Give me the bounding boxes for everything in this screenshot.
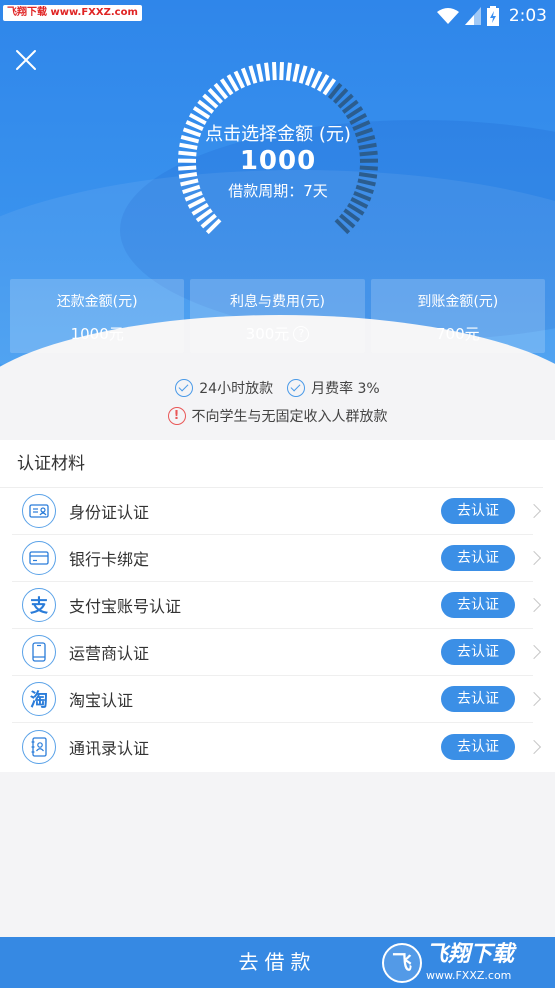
received-amount-label: 到账金额(元) bbox=[417, 294, 499, 310]
chevron-right-icon bbox=[526, 691, 542, 707]
chevron-right-icon bbox=[526, 550, 542, 566]
fee-value: 300元 bbox=[245, 325, 290, 343]
fee-label: 利息与费用(元) bbox=[230, 294, 325, 310]
gauge-tick bbox=[256, 63, 264, 83]
fee-card: 利息与费用(元) 300元? bbox=[190, 279, 365, 353]
gauge-label[interactable]: 点击选择金额 (元) bbox=[168, 120, 388, 146]
help-icon[interactable]: ? bbox=[293, 325, 310, 342]
repay-amount-label: 还款金额(元) bbox=[56, 294, 138, 310]
loan-notes: 24小时放款 月费率 3% ! 不向学生与无固定收入人群放款 bbox=[0, 376, 555, 428]
cert-item-id-card[interactable]: 身份证认证 去认证 bbox=[12, 488, 542, 535]
bank-card-icon bbox=[22, 541, 56, 575]
gauge-tick bbox=[292, 63, 300, 83]
received-amount-card: 到账金额(元) 700元 bbox=[370, 279, 545, 353]
fast-payout-note: 24小时放款 bbox=[199, 381, 274, 397]
clock: 2:03 bbox=[508, 6, 547, 26]
warning-note: 不向学生与无固定收入人群放款 bbox=[191, 409, 388, 425]
cert-item-label: 支付宝账号认证 bbox=[69, 597, 182, 616]
cert-item-label: 身份证认证 bbox=[69, 503, 150, 522]
gauge-tick bbox=[311, 70, 323, 89]
cert-item-taobao[interactable]: 淘 淘宝认证 去认证 bbox=[12, 676, 542, 723]
verify-button[interactable]: 去认证 bbox=[441, 639, 515, 665]
watermark-logo: 飞 飞翔下载 www.FXXZ.com bbox=[382, 937, 547, 988]
gauge-tick bbox=[240, 67, 252, 86]
certification-section: 认证材料 身份证认证 去认证 银行卡绑定 去认证 支 支付宝账号认证 去认证 运… bbox=[0, 440, 555, 772]
gauge-tick bbox=[304, 67, 316, 86]
chevron-right-icon bbox=[526, 503, 542, 519]
chevron-right-icon bbox=[526, 739, 542, 754]
verify-button[interactable]: 去认证 bbox=[441, 498, 515, 524]
id-card-icon bbox=[22, 494, 56, 528]
phone-icon bbox=[22, 635, 56, 669]
wifi-icon bbox=[436, 8, 459, 24]
verify-button[interactable]: 去认证 bbox=[441, 686, 515, 712]
gauge-tick bbox=[248, 65, 258, 84]
taobao-icon: 淘 bbox=[22, 682, 56, 716]
chevron-right-icon bbox=[526, 597, 542, 613]
warning-icon: ! bbox=[167, 407, 186, 425]
cert-item-label: 银行卡绑定 bbox=[69, 550, 150, 569]
loan-amount: 1000 bbox=[239, 146, 317, 176]
close-icon[interactable] bbox=[12, 46, 40, 74]
cert-item-contacts[interactable]: 通讯录认证 去认证 bbox=[12, 723, 542, 770]
repay-amount-card: 还款金额(元) 1000元 bbox=[10, 279, 185, 353]
loan-period: 借款周期：7天 bbox=[228, 182, 328, 200]
watermark-badge: 飞翔下载 www.FXXZ.com bbox=[3, 5, 142, 21]
watermark-logo-icon: 飞 bbox=[382, 942, 422, 983]
received-amount-value: 700元 bbox=[436, 325, 480, 343]
gauge-tick bbox=[279, 61, 284, 81]
cert-item-label: 运营商认证 bbox=[69, 644, 150, 663]
section-title: 认证材料 bbox=[0, 440, 543, 488]
cert-item-bank-card[interactable]: 银行卡绑定 去认证 bbox=[12, 535, 542, 582]
battery-charging-icon bbox=[486, 6, 499, 26]
borrow-button-label: 去借款 bbox=[238, 950, 317, 974]
cert-item-label: 淘宝认证 bbox=[69, 691, 134, 710]
loan-summary: 还款金额(元) 1000元 利息与费用(元) 300元? 到账金额(元) 700… bbox=[10, 279, 545, 353]
verify-button[interactable]: 去认证 bbox=[441, 733, 515, 760]
gauge-tick bbox=[285, 62, 292, 81]
verify-button[interactable]: 去认证 bbox=[441, 545, 515, 571]
monthly-rate-note: 月费率 3% bbox=[311, 381, 380, 397]
gauge-tick bbox=[264, 62, 271, 81]
watermark-title: 飞翔下载 bbox=[426, 942, 515, 967]
cert-item-alipay[interactable]: 支 支付宝账号认证 去认证 bbox=[12, 582, 542, 629]
check-circle-icon bbox=[175, 379, 194, 397]
gauge-tick bbox=[233, 70, 245, 89]
borrow-button[interactable]: 去借款 飞 飞翔下载 www.FXXZ.com bbox=[0, 937, 555, 988]
check-circle-icon bbox=[287, 379, 306, 397]
signal-icon bbox=[464, 7, 481, 25]
chevron-right-icon bbox=[526, 644, 542, 660]
cert-item-label: 通讯录认证 bbox=[69, 738, 150, 758]
status-bar: 飞翔下载 www.FXXZ.com 2:03 bbox=[0, 0, 555, 30]
verify-button[interactable]: 去认证 bbox=[441, 592, 515, 618]
repay-amount-value: 1000元 bbox=[70, 325, 124, 343]
gauge-tick bbox=[298, 65, 308, 84]
alipay-icon: 支 bbox=[22, 588, 56, 622]
watermark-url: www.FXXZ.com bbox=[426, 969, 512, 982]
cert-item-carrier[interactable]: 运营商认证 去认证 bbox=[12, 629, 542, 676]
contacts-icon bbox=[22, 729, 56, 764]
gauge-tick bbox=[272, 61, 277, 81]
